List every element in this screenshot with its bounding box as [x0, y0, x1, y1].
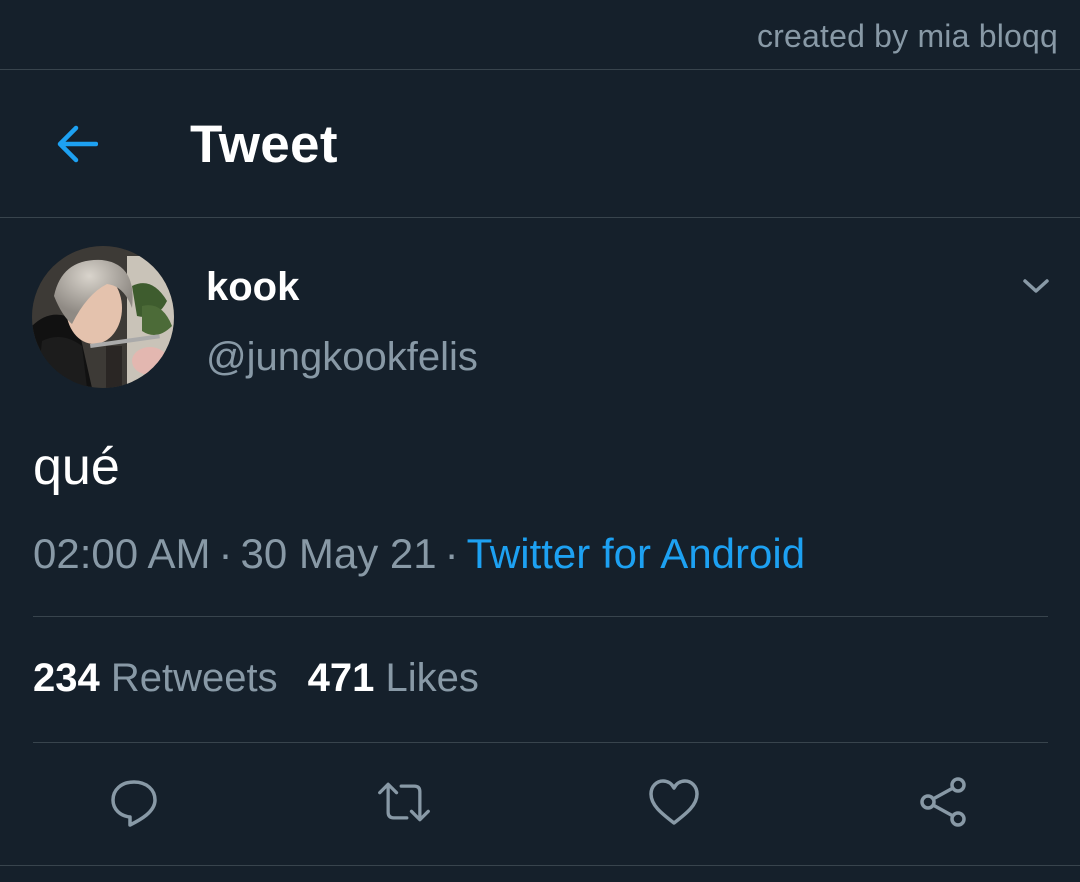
- retweets-label: Retweets: [110, 656, 278, 700]
- avatar[interactable]: [32, 246, 174, 388]
- tweet-source-link[interactable]: Twitter for Android: [467, 530, 805, 577]
- meta-separator: ·: [444, 530, 459, 577]
- chevron-down-icon: [1023, 279, 1049, 293]
- tweet-meta: 02:00 AM · 30 May 21 · Twitter for Android: [33, 530, 805, 578]
- watermark-credit: created by mia bloqq: [756, 18, 1058, 54]
- like-icon: [649, 779, 699, 825]
- likes-stat[interactable]: 471 Likes: [308, 656, 479, 701]
- retweet-icon: [378, 782, 430, 822]
- tweet-text: qué: [33, 438, 120, 496]
- tweet-menu-button[interactable]: [1016, 268, 1056, 304]
- share-icon: [920, 777, 966, 827]
- page-title: Tweet: [190, 115, 338, 174]
- avatar-photo: [32, 246, 174, 388]
- back-button[interactable]: [44, 112, 108, 176]
- likes-label: Likes: [385, 656, 479, 700]
- tweet-date: 30 May 21: [240, 530, 437, 577]
- meta-divider: [33, 616, 1048, 617]
- retweets-stat[interactable]: 234 Retweets: [33, 656, 278, 701]
- tweet-time: 02:00 AM: [33, 530, 211, 577]
- stats-divider: [33, 742, 1048, 743]
- top-divider: [0, 69, 1080, 70]
- reply-button[interactable]: [106, 774, 162, 830]
- share-button[interactable]: [916, 774, 972, 830]
- retweets-count: 234: [33, 656, 100, 700]
- retweet-button[interactable]: [376, 774, 432, 830]
- reply-icon: [111, 780, 157, 827]
- bottom-divider: [0, 865, 1080, 866]
- meta-separator: ·: [218, 530, 233, 577]
- tweet-stats: 234 Retweets 471 Likes: [33, 656, 479, 701]
- arrow-left-icon: [57, 125, 98, 163]
- author-name[interactable]: kook: [206, 265, 299, 310]
- like-button[interactable]: [646, 774, 702, 830]
- header-divider: [0, 217, 1080, 218]
- likes-count: 471: [307, 656, 375, 700]
- author-handle[interactable]: @jungkookfelis: [206, 335, 478, 380]
